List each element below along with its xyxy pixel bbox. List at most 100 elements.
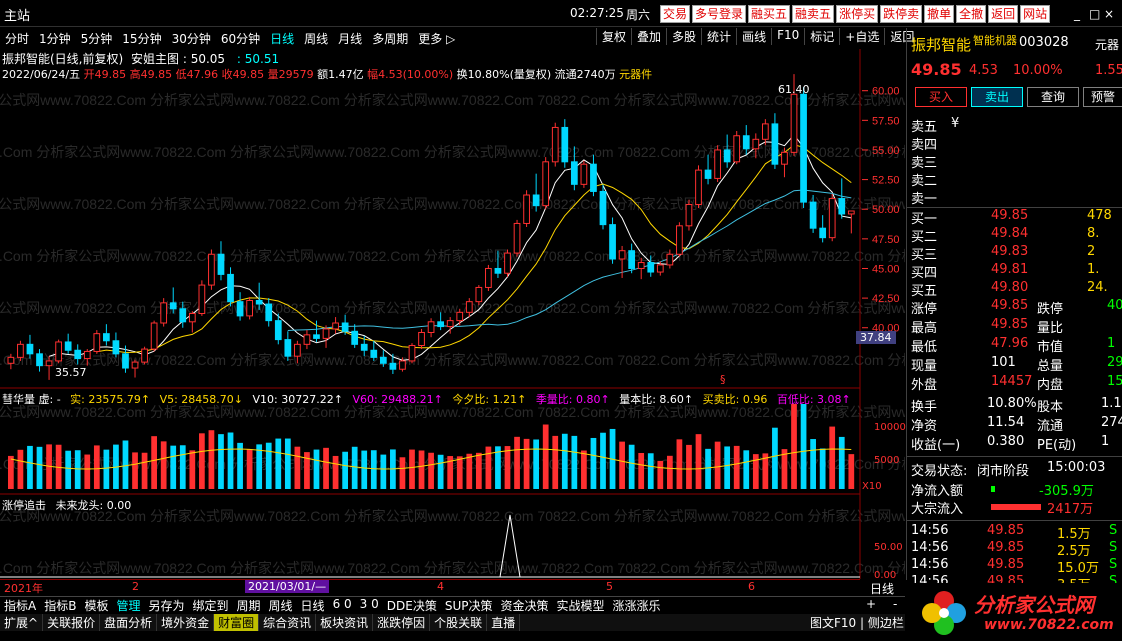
candle-body [103,333,110,342]
indicator-tab-4[interactable]: 另存为 [144,597,188,614]
info-tab-1[interactable]: 关联报价 [43,614,101,631]
sell-level-5[interactable]: 卖五 ¥ [911,116,1121,135]
indicator-tab-2[interactable]: 模板 [80,597,112,614]
period-tab-4[interactable]: 30分钟 [167,30,216,47]
buy-level-2[interactable]: 买二 49.84 8. [911,226,1121,245]
query-button[interactable]: 查询 [1027,87,1079,107]
period-tab-5[interactable]: 60分钟 [216,30,265,47]
indicator-tab-5[interactable]: 绑定到 [189,597,233,614]
top-button-8[interactable]: 返回 [988,5,1019,23]
period-tab-9[interactable]: 多周期 [367,30,413,47]
indicator-tab-15[interactable]: 涨涨涨乐 [609,597,665,614]
sell-button[interactable]: 卖出 [971,87,1023,107]
info-tab-8[interactable]: 个股关联 [430,614,488,631]
toolbar-item-6[interactable]: 标记 [804,28,839,45]
info-tab-4[interactable]: 财富圈 [214,614,260,631]
indicator-tab-12[interactable]: SUP决策 [441,597,497,614]
period-tab-2[interactable]: 5分钟 [76,30,118,47]
volume-bar [313,449,320,489]
top-button-1[interactable]: 多号登录 [692,5,747,23]
ind1-jinxi: 今夕比: 1.21↑ [452,393,527,406]
volume-bar [132,452,138,489]
remove-indicator-button[interactable]: - [893,597,897,611]
period-tab-8[interactable]: 月线 [333,30,367,47]
info-tab-5[interactable]: 综合资讯 [259,614,317,631]
candle-body [169,302,177,310]
toolbar-item-5[interactable]: F10 [771,28,804,45]
indicator-tab-8[interactable]: 日线 [297,597,329,614]
indicator-tab-10[interactable]: 3 0 [356,597,383,614]
volume-bar [743,450,750,489]
tick-row: 14:56 49.85 15.0万 S [911,557,1121,576]
sell-level-2[interactable]: 卖二 [911,170,1121,189]
toolbar-item-4[interactable]: 画线 [736,28,771,45]
volume-bar [160,441,167,489]
add-indicator-button[interactable]: + [866,597,876,611]
top-button-7[interactable]: 全撤 [956,5,987,23]
block-inflow-bar [991,504,1041,510]
info-tab-9[interactable]: 直播 [487,614,521,631]
price-axis-label: 47.50 [872,234,900,246]
info-tab-6[interactable]: 板块资讯 [316,614,374,631]
period-tab-7[interactable]: 周线 [299,30,333,47]
period-tab-6[interactable]: 日线 [265,30,299,47]
indicator-tab-9[interactable]: 6 0 [329,597,356,614]
buy-level-label: 买三 [911,248,938,263]
buy-level-3[interactable]: 买三 49.83 2 [911,244,1121,263]
toolbar-item-3[interactable]: 统计 [701,28,736,45]
period-tab-1[interactable]: 1分钟 [34,30,76,47]
info-tab-2[interactable]: 盘面分析 [100,614,158,631]
buy-level-volume: 8. [1087,226,1100,241]
top-button-0[interactable]: 交易 [660,5,691,23]
indicator-tab-14[interactable]: 实战模型 [552,597,608,614]
indicator-tab-13[interactable]: 资金决策 [496,597,552,614]
candle-body [714,149,721,179]
close-icon[interactable]: × [1104,7,1114,21]
sell-level-4[interactable]: 卖四 [911,134,1121,153]
toolbar-item-0[interactable]: 复权 [596,28,631,45]
buy-level-1[interactable]: 买一 49.85 478 [911,208,1121,227]
indicator-tab-3[interactable]: 管理 [112,597,144,614]
toolbar-item-1[interactable]: 叠加 [631,28,666,45]
top-button-9[interactable]: 网站 [1020,5,1051,23]
chart-area[interactable]: 70822.Com 分析家公式网www.70822.Com 分析家公式网www.… [0,49,905,579]
maximize-icon[interactable]: □ [1089,7,1100,21]
indicator-tab-1[interactable]: 指标B [40,597,80,614]
volume-bar [332,455,339,489]
candle-body [255,299,263,305]
f10-sidebar-toggle[interactable]: 图文F10 | 侧边栏《 [810,614,916,631]
candle-body [485,267,492,288]
time-label-4: 4 [437,580,444,593]
top-button-3[interactable]: 融卖五 [792,5,835,23]
indicator-tab-7[interactable]: 周线 [265,597,297,614]
volume-bar [619,441,625,489]
volume-bar [370,450,377,489]
sell-level-3[interactable]: 卖三 [911,152,1121,171]
top-button-6[interactable]: 撤单 [924,5,955,23]
buy-level-5[interactable]: 买五 49.80 24. [911,280,1121,299]
ind1-baidi: 百低比: 3.08↑ [776,393,851,406]
top-button-5[interactable]: 跌停卖 [880,5,923,23]
buy-button[interactable]: 买入 [915,87,967,107]
top-button-4[interactable]: 涨停买 [836,5,879,23]
sell-level-label: 卖三 [911,156,938,171]
period-tab-3[interactable]: 15分钟 [117,30,166,47]
indicator-tab-6[interactable]: 周期 [233,597,265,614]
toolbar-item-7[interactable]: +自选 [839,28,884,45]
info-tab-0[interactable]: 扩展^ [0,614,44,631]
buy-level-4[interactable]: 买四 49.81 1. [911,262,1121,281]
sell-level-1[interactable]: 卖一 [911,188,1121,207]
toolbar-item-2[interactable]: 多股 [666,28,701,45]
indicator-tab-0[interactable]: 指标A [0,597,40,614]
top-button-2[interactable]: 融买五 [748,5,791,23]
period-tab-0[interactable]: 分时 [0,30,34,47]
candle-body [695,169,702,205]
minimize-icon[interactable]: _ [1074,7,1080,21]
indicator-tab-11[interactable]: DDE决策 [383,597,441,614]
candle-body [379,356,387,364]
candle-body [570,161,578,185]
info-tab-7[interactable]: 涨跌停因 [373,614,431,631]
alert-button[interactable]: 预警 [1083,87,1122,107]
period-tab-10[interactable]: 更多 ▷ [413,30,460,47]
info-tab-3[interactable]: 境外资金 [157,614,215,631]
